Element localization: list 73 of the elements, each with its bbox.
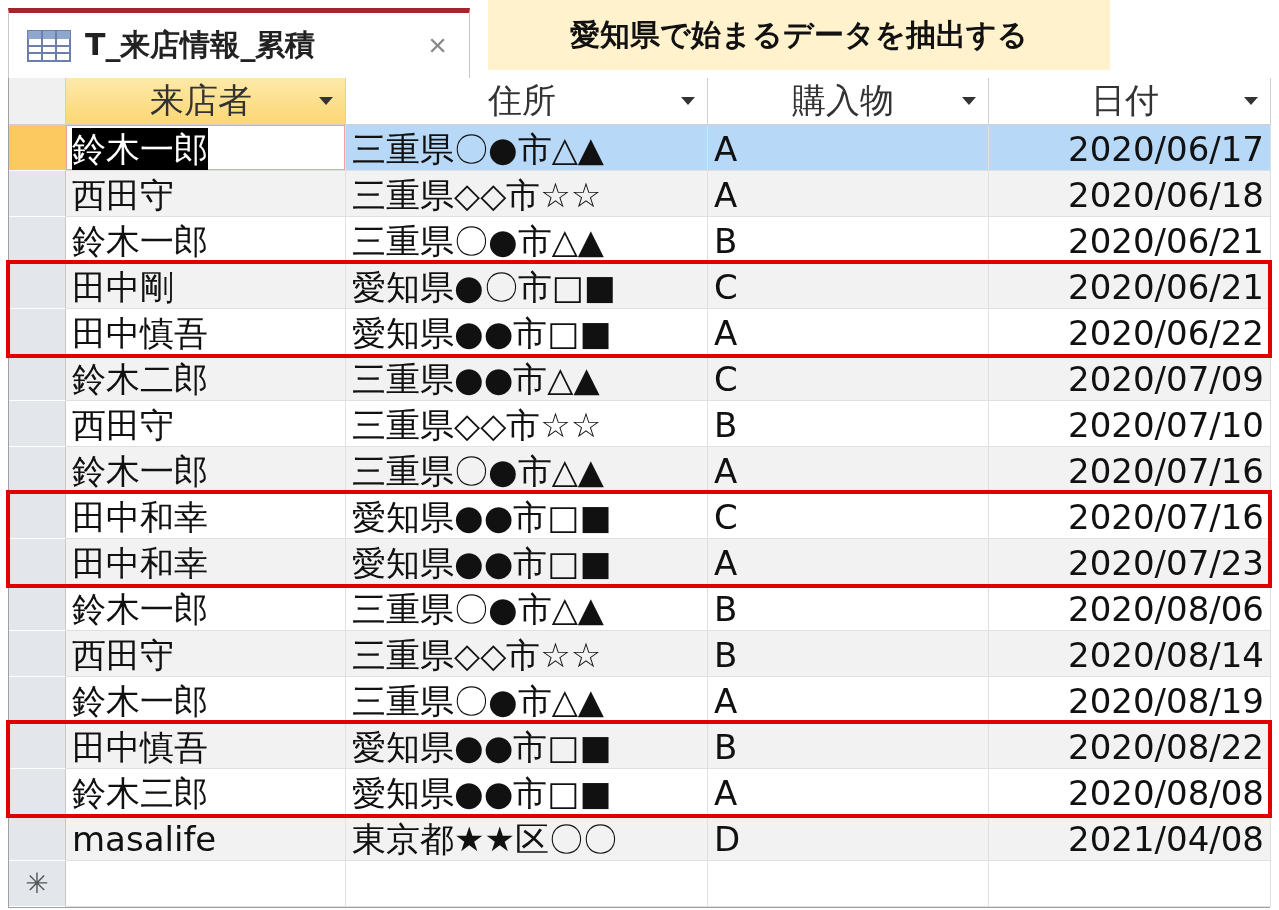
table-cell: 三重県◇◇市☆☆: [346, 631, 708, 677]
table-cell: 西田守: [66, 631, 346, 677]
caret-icon: [319, 97, 333, 105]
caret-icon: [1244, 97, 1258, 105]
tab-title: T_来店情報_累積: [85, 26, 317, 64]
row-selector[interactable]: [9, 309, 66, 355]
row-selector[interactable]: [9, 585, 66, 631]
column-header[interactable]: 来店者: [66, 78, 346, 125]
new-row-marker: ✳: [9, 861, 66, 907]
row-selector[interactable]: [9, 769, 66, 815]
column-header[interactable]: 住所: [346, 78, 708, 125]
table-cell: 2020/07/23: [989, 539, 1271, 585]
table-cell: 田中和幸: [66, 539, 346, 585]
table-cell: B: [708, 723, 989, 769]
table-cell: 田中慎吾: [66, 723, 346, 769]
annotation-callout: 愛知県で始まるデータを抽出する: [488, 0, 1110, 70]
table-cell: C: [708, 493, 989, 539]
column-header[interactable]: 購入物: [708, 78, 989, 125]
table-cell: A: [708, 447, 989, 493]
table-cell: A: [708, 539, 989, 585]
row-selector[interactable]: [9, 447, 66, 493]
table-cell: 三重県●●市△▲: [346, 355, 708, 401]
table-cell: 三重県◇◇市☆☆: [346, 171, 708, 217]
table-cell: D: [708, 815, 989, 861]
row-selector[interactable]: [9, 217, 66, 263]
table-cell: 2020/06/21: [989, 263, 1271, 309]
table-cell: 愛知県●●市□■: [346, 539, 708, 585]
caret-icon: [681, 97, 695, 105]
table-cell: C: [708, 355, 989, 401]
table-cell: masalife: [66, 815, 346, 861]
document-tab[interactable]: T_来店情報_累積 ×: [8, 8, 470, 78]
table-cell: 三重県〇●市△▲: [346, 447, 708, 493]
table-cell: 三重県◇◇市☆☆: [346, 401, 708, 447]
table-cell: 鈴木二郎: [66, 355, 346, 401]
table-cell: C: [708, 263, 989, 309]
row-selector[interactable]: [9, 493, 66, 539]
table-cell: 2020/06/17: [989, 125, 1271, 171]
table-cell: 2020/07/16: [989, 447, 1271, 493]
table-cell: 三重県〇●市△▲: [346, 125, 708, 171]
table-cell: A: [708, 125, 989, 171]
table-cell: 2021/04/08: [989, 815, 1271, 861]
row-selector[interactable]: [9, 723, 66, 769]
table-icon: [27, 29, 71, 62]
table-cell: B: [708, 585, 989, 631]
table-cell: 三重県〇●市△▲: [346, 585, 708, 631]
table-cell: 鈴木一郎: [66, 585, 346, 631]
table-cell: 2020/08/14: [989, 631, 1271, 677]
row-selector[interactable]: [9, 677, 66, 723]
table-cell: 田中和幸: [66, 493, 346, 539]
table-cell: 愛知県●●市□■: [346, 493, 708, 539]
table-cell: B: [708, 631, 989, 677]
table-cell: A: [708, 171, 989, 217]
table-cell: 西田守: [66, 171, 346, 217]
row-selector[interactable]: [9, 815, 66, 861]
table-cell: 田中剛: [66, 263, 346, 309]
table-cell: 2020/07/09: [989, 355, 1271, 401]
close-button[interactable]: ×: [424, 27, 451, 64]
table-cell: 鈴木一郎: [66, 125, 346, 171]
column-header[interactable]: 日付: [989, 78, 1271, 125]
table-cell: 2020/07/10: [989, 401, 1271, 447]
caret-icon: [962, 97, 976, 105]
row-selector[interactable]: [9, 355, 66, 401]
table-cell: 2020/08/22: [989, 723, 1271, 769]
table-cell: 愛知県●●市□■: [346, 723, 708, 769]
table-cell: 西田守: [66, 401, 346, 447]
table-cell: B: [708, 401, 989, 447]
table-cell: 鈴木一郎: [66, 447, 346, 493]
table-cell: 2020/08/06: [989, 585, 1271, 631]
table-cell: 2020/06/18: [989, 171, 1271, 217]
row-selector[interactable]: [9, 539, 66, 585]
table-cell: 愛知県●〇市□■: [346, 263, 708, 309]
table-cell: 東京都★★区〇〇: [346, 815, 708, 861]
row-selector[interactable]: [9, 263, 66, 309]
